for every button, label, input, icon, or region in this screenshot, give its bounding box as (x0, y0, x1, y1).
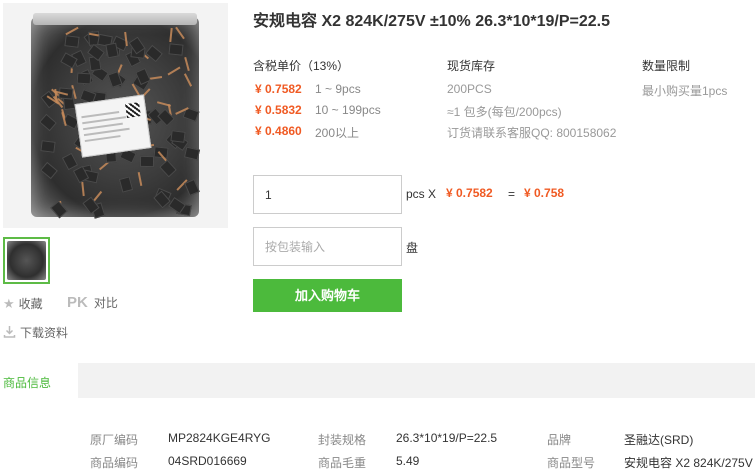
tier-qty: 10 ~ 199pcs (315, 103, 381, 117)
spec-value: MP2824KGE4RYG (168, 431, 271, 445)
download-icon (3, 325, 16, 341)
tier-qty: 1 ~ 9pcs (315, 82, 361, 96)
stock-contact: 订货请联系客服QQ: 800158062 (447, 126, 617, 140)
pk-icon: PK (67, 294, 88, 311)
price-tier: ¥ 0.5832 10 ~ 199pcs (255, 103, 381, 117)
compare-link[interactable]: PK 对比 (67, 294, 118, 311)
favorite-link[interactable]: ★ 收藏 (3, 295, 43, 312)
product-main-image (3, 3, 228, 228)
unit-price: ¥ 0.7582 (446, 186, 493, 200)
stock-quantity: 200PCS (447, 82, 492, 96)
spec-key: 品牌 (547, 433, 572, 447)
spec-key: 商品编码 (90, 456, 139, 470)
spec-key: 原厂编码 (90, 433, 139, 447)
spec-value: 5.49 (396, 454, 420, 468)
download-label: 下载资料 (20, 326, 69, 340)
capacitor-piece (64, 34, 81, 48)
unit-label: pcs X (406, 187, 437, 201)
total-price: ¥ 0.758 (524, 186, 565, 200)
package-unit: 盘 (406, 241, 419, 255)
price-tier: ¥ 0.7582 1 ~ 9pcs (255, 82, 361, 96)
compare-label: 对比 (93, 296, 118, 310)
tier-price: ¥ 0.4860 (255, 124, 302, 138)
spec-value: 安规电容 X2 824K/275V (624, 456, 753, 470)
bag-seal (33, 13, 197, 25)
capacitor-piece (168, 43, 184, 56)
spec-value: 圣融达(SRD) (624, 433, 694, 447)
tier-qty: 200以上 (315, 126, 360, 140)
stock-header: 现货库存 (447, 59, 496, 73)
limit-header: 数量限制 (642, 59, 691, 73)
product-thumbnail[interactable] (3, 237, 50, 284)
capacitor-piece (183, 146, 200, 161)
download-link[interactable]: 下载资料 (3, 324, 68, 341)
favorite-label: 收藏 (18, 297, 43, 311)
package-input[interactable] (253, 227, 402, 266)
spec-key: 商品毛重 (318, 456, 367, 470)
price-tier: ¥ 0.4860 200以上 (255, 124, 359, 141)
quantity-input[interactable] (253, 175, 402, 214)
tier-price: ¥ 0.7582 (255, 82, 302, 96)
capacitor-piece (76, 72, 92, 85)
capacitor-piece (40, 140, 56, 154)
equals-sign: = (508, 187, 516, 201)
price-header: 含税单价（13%） (253, 59, 350, 73)
spec-value: 26.3*10*19/P=22.5 (396, 431, 498, 445)
product-title: 安规电容 X2 824K/275V ±10% 26.3*10*19/P=22.5 (253, 13, 611, 30)
tab-product-info[interactable]: 商品信息 (0, 363, 78, 398)
info-tab-bar: 商品信息 (0, 363, 755, 398)
add-to-cart-button[interactable]: 加入购物车 (253, 279, 402, 312)
spec-key: 商品型号 (547, 456, 596, 470)
capacitor-piece (170, 130, 186, 144)
stock-package-info: ≈1 包多(每包/200pcs) (447, 105, 562, 119)
bag-label-sticker (74, 94, 152, 158)
capacitor-piece (139, 156, 154, 168)
spec-value: 04SRD016669 (168, 454, 247, 468)
star-icon: ★ (3, 295, 15, 311)
tier-price: ¥ 0.5832 (255, 103, 302, 117)
limit-text: 最小购买量1pcs (642, 84, 728, 98)
spec-key: 封装规格 (318, 433, 367, 447)
